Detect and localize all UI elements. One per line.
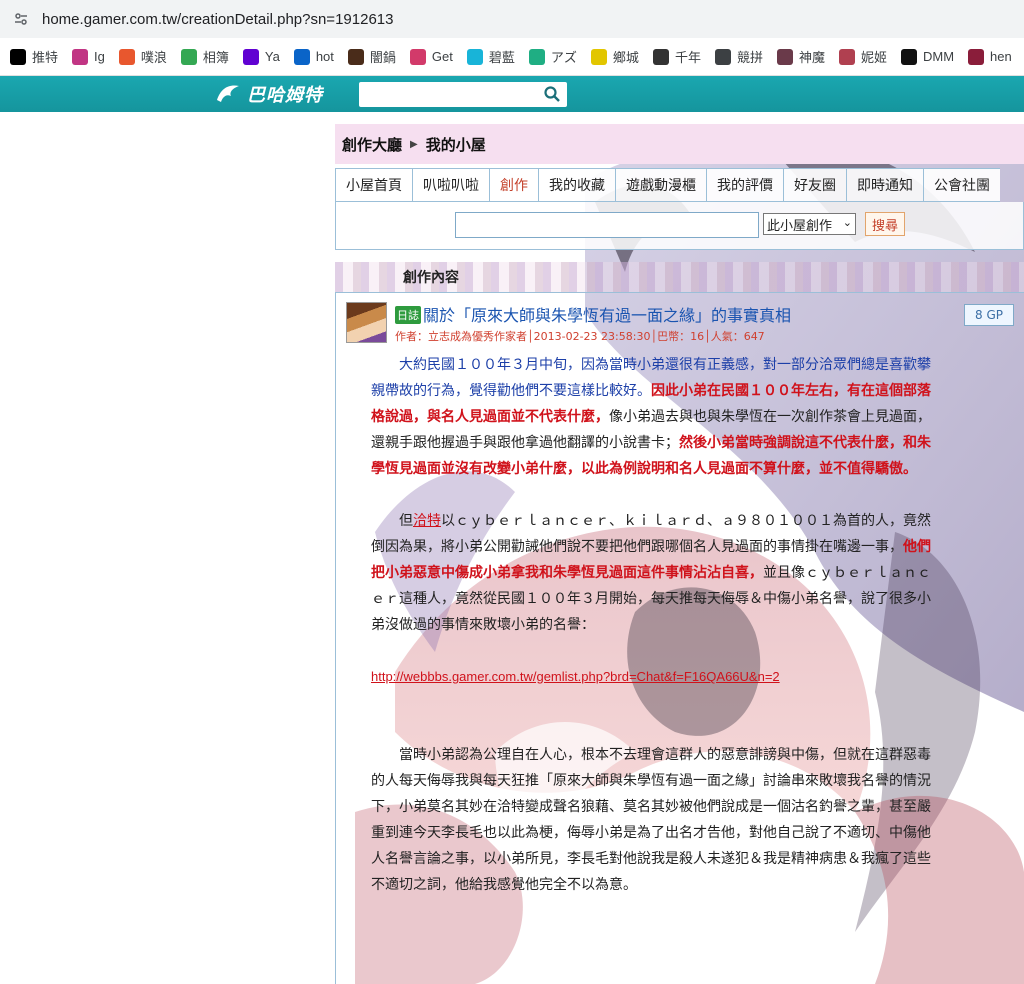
bookmark-label: 碧藍 — [488, 50, 515, 65]
get-icon — [409, 48, 426, 65]
outlook-icon — [293, 48, 310, 65]
breadcrumb-my-home[interactable]: 我的小屋 — [426, 134, 486, 155]
bookmark-item[interactable]: 推特 — [10, 47, 58, 66]
tab-8[interactable]: 公會社團 — [923, 168, 1000, 202]
bookmark-item[interactable]: 競拼 — [714, 47, 763, 66]
text-normal: 以ｃｙｂｅｒｌａｎｃｅｒ、ｋｉｌａｒｄ、ａ９８０１００１為首的人，竟然倒因為果，… — [371, 513, 931, 555]
tab-4[interactable]: 遊戲動漫櫃 — [615, 168, 706, 202]
bookmark-item[interactable]: 相簿 — [180, 47, 229, 66]
nikke-icon — [838, 48, 855, 65]
tab-1[interactable]: 叭啦叭啦 — [412, 168, 489, 202]
site-logo-text: 巴哈姆特 — [247, 85, 323, 106]
diary-badge: 日誌 — [395, 306, 421, 324]
site-search-input[interactable] — [359, 82, 567, 107]
bookmark-item[interactable]: Get — [409, 48, 453, 65]
post-title[interactable]: 關於「原來大師與朱學恆有過一面之緣」的事實真相 — [423, 302, 791, 326]
bookmark-label: Ig — [94, 49, 105, 64]
breadcrumb-separator-icon: ▶ — [410, 138, 418, 150]
ring-icon — [347, 48, 364, 65]
bookmark-label: 推特 — [32, 50, 59, 65]
url-paragraph: http://webbbs.gamer.com.tw/gemlist.php?b… — [371, 664, 933, 690]
search-scope-value: 此小屋創作 — [767, 218, 833, 234]
paragraph-1: 大約民國１００年３月中旬，因為當時小弟還很有正義感，對一部分洽眾們總是喜歡攀親帶… — [371, 352, 933, 482]
bookmark-item[interactable]: 鄉城 — [590, 47, 639, 66]
bookmark-label: 競拼 — [736, 50, 763, 65]
post-body: 大約民國１００年３月中旬，因為當時小弟還很有正義感，對一部分洽眾們總是喜歡攀親帶… — [371, 352, 933, 898]
site-header: 巴哈姆特 — [0, 76, 1024, 112]
forum-url-link[interactable]: http://webbbs.gamer.com.tw/gemlist.php?b… — [371, 669, 780, 684]
chat-board-link[interactable]: 洽特 — [413, 513, 441, 529]
text-normal: 但 — [399, 513, 413, 529]
yahoo-icon — [242, 48, 259, 65]
main-content: 創作大廳 ▶ 我的小屋 小屋首頁 叭啦叭啦 創作 我的收藏 遊戲動漫櫃 我的評價 好友圈 即時… — [335, 112, 1024, 984]
instagram-icon — [72, 48, 89, 65]
section-title: 創作內容 — [403, 270, 459, 286]
post-meta: 作者：立志成為優秀作家者│2013-02-23 23:58:30│巴幣：16│人… — [395, 330, 765, 343]
tab-3[interactable]: 我的收藏 — [538, 168, 615, 202]
tab-2[interactable]: 創作 — [489, 168, 538, 202]
bookmark-label: 神魔 — [798, 50, 825, 65]
bilibili-icon — [466, 48, 483, 65]
paragraph-2: 但洽特以ｃｙｂｅｒｌａｎｃｅｒ、ｋｉｌａｒｄ、ａ９８０１００１為首的人，竟然倒因… — [371, 508, 933, 638]
text-normal: 當時小弟認為公理自在人心，根本不去理會這群人的惡意誹謗與中傷，但就在這群惡毒的人… — [371, 747, 931, 893]
chevron-down-icon: ⌄ — [842, 216, 852, 229]
bookmark-item[interactable]: 闇鍋 — [347, 47, 396, 66]
bookmark-label: 闇鍋 — [369, 50, 396, 65]
photos-icon — [180, 48, 197, 65]
bookmark-item[interactable]: 妮姬 — [838, 47, 887, 66]
dragon-logo-icon — [217, 85, 239, 102]
home-search-row: 此小屋創作 ⌄ 搜尋 — [335, 202, 1024, 250]
bookmark-item[interactable]: hot — [293, 48, 334, 65]
leaf-icon — [590, 48, 607, 65]
search-icon[interactable] — [543, 85, 561, 107]
url-text[interactable]: home.gamer.com.tw/creationDetail.php?sn=… — [42, 11, 393, 28]
address-bar[interactable]: home.gamer.com.tw/creationDetail.php?sn=… — [0, 0, 1024, 38]
bookmark-label: 鄉城 — [612, 50, 639, 65]
bookmark-item[interactable]: DMM — [901, 48, 955, 65]
bookmark-item[interactable]: 神魔 — [776, 47, 825, 66]
bookmark-label: 相簿 — [202, 50, 229, 65]
bookmark-item[interactable]: Ig — [72, 48, 105, 65]
bookmark-label: 妮姬 — [860, 50, 887, 65]
bookmarks-bar: 推特 Ig 噗浪 相簿 Ya hot 闇鍋 Get 碧藍 アズ 鄉城 千年 競拼 神魔 妮姬 DMM hen — [0, 38, 1024, 76]
bookmark-label: 千年 — [674, 50, 701, 65]
bookmark-label: Ya — [264, 49, 280, 64]
bookmark-item[interactable]: 碧藍 — [466, 47, 515, 66]
shenmo-icon — [776, 48, 793, 65]
tab-7[interactable]: 即時通知 — [846, 168, 923, 202]
section-header: 創作內容 — [335, 262, 1024, 292]
hen-icon — [968, 48, 985, 65]
bookmark-label: hen — [990, 49, 1012, 64]
site-logo[interactable]: 巴哈姆特 — [215, 79, 340, 109]
bookmark-item[interactable]: 噗浪 — [118, 47, 167, 66]
breadcrumb: 創作大廳 ▶ 我的小屋 — [335, 124, 1024, 164]
x-icon — [10, 48, 26, 65]
breadcrumb-creation-hall[interactable]: 創作大廳 — [342, 134, 402, 155]
plurk-icon — [118, 48, 135, 65]
gp-button[interactable]: 8 GP — [964, 304, 1014, 326]
home-tabs: 小屋首頁 叭啦叭啦 創作 我的收藏 遊戲動漫櫃 我的評價 好友圈 即時通知 公會社團 — [335, 168, 1000, 202]
bookmark-item[interactable]: 千年 — [652, 47, 701, 66]
tab-0[interactable]: 小屋首頁 — [335, 168, 412, 202]
bookmark-label: 噗浪 — [140, 50, 167, 65]
bookmark-label: Get — [431, 49, 453, 64]
bookmark-label: アズ — [550, 50, 577, 65]
azure-icon — [528, 48, 545, 65]
bookmark-item[interactable]: Ya — [242, 48, 280, 65]
search-scope-select[interactable]: 此小屋創作 ⌄ — [763, 213, 856, 235]
paragraph-3: 當時小弟認為公理自在人心，根本不去理會這群人的惡意誹謗與中傷，但就在這群惡毒的人… — [371, 742, 933, 898]
tab-5[interactable]: 我的評價 — [706, 168, 783, 202]
home-search-input[interactable] — [455, 212, 759, 238]
site-settings-icon[interactable] — [12, 10, 30, 28]
author-avatar[interactable] — [346, 302, 387, 343]
dmm-icon — [901, 48, 917, 65]
bookmark-label: hot — [315, 49, 334, 64]
search-button[interactable]: 搜尋 — [865, 212, 905, 236]
sennen-icon — [652, 48, 669, 65]
tab-6[interactable]: 好友圈 — [783, 168, 846, 202]
globe-icon — [714, 48, 731, 65]
bookmark-item[interactable]: アズ — [528, 47, 577, 66]
bookmark-label: DMM — [923, 49, 955, 64]
bookmark-item[interactable]: hen — [968, 48, 1012, 65]
